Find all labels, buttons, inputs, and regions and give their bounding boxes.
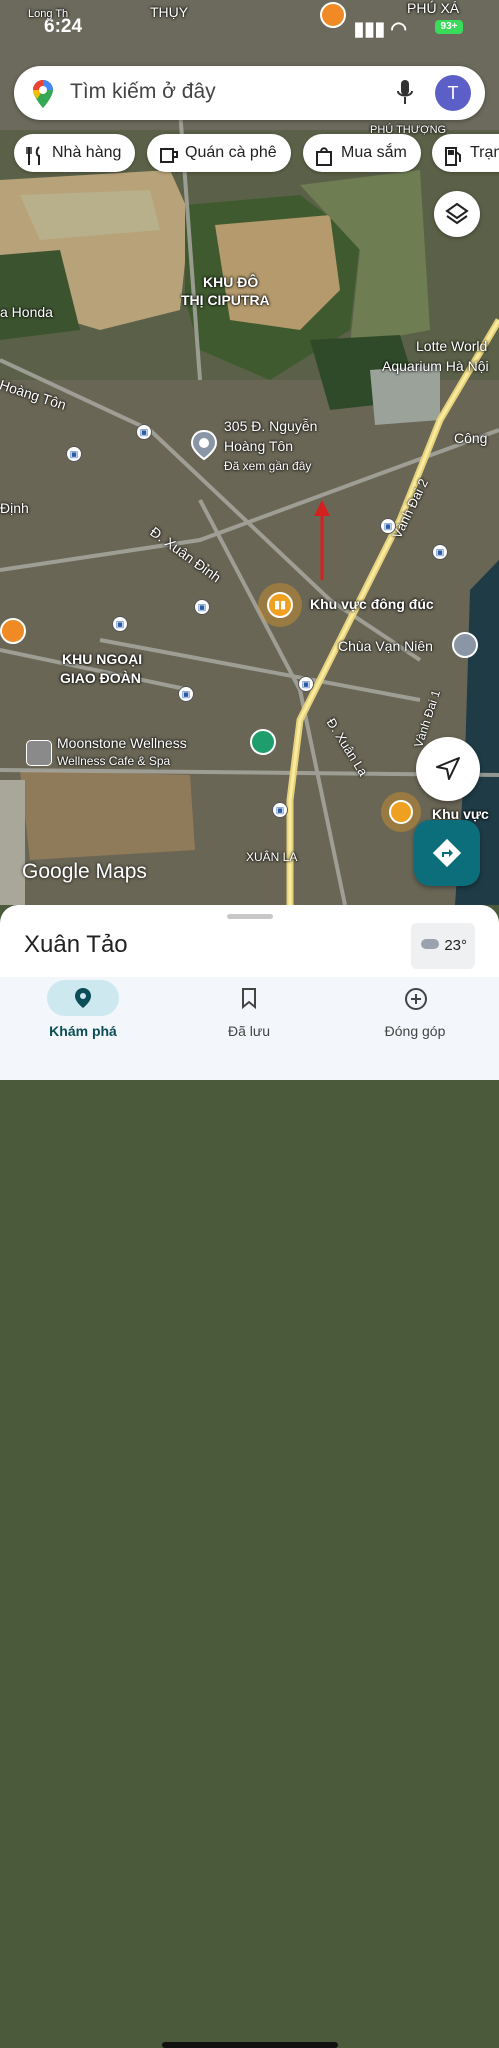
- chip-shopping[interactable]: Mua sắm: [303, 134, 421, 172]
- park-icon[interactable]: [250, 729, 276, 755]
- restaurant-icon[interactable]: [320, 2, 346, 28]
- map-label: THỊ CIPUTRA: [181, 292, 270, 308]
- google-maps-logo: Google Maps: [22, 860, 147, 883]
- bus-stop-icon[interactable]: ▣: [178, 686, 194, 702]
- tab-label: Đã lưu: [227, 1023, 271, 1039]
- sheet-place-name: Xuân Tảo: [24, 931, 128, 958]
- status-bar: 6:24 ▮▮▮ ◠ 93+: [0, 12, 499, 42]
- map-label: a Honda: [0, 304, 53, 320]
- directions-button[interactable]: [414, 820, 480, 886]
- add-circle-icon: [405, 988, 427, 1010]
- fork-knife-icon: [26, 143, 44, 181]
- battery-icon: 93+: [435, 20, 463, 34]
- bottom-sheet[interactable]: Xuân Tảo 23°: [0, 905, 499, 977]
- map-label: Định: [0, 500, 29, 516]
- map-label: Lotte World: [416, 338, 488, 354]
- chip-coffee[interactable]: Quán cà phê: [147, 134, 291, 172]
- signal-wifi-icon: ▮▮▮ ◠: [353, 19, 407, 40]
- tab-label: Khám phá: [49, 1023, 117, 1039]
- map-label: PHÚ XÁ: [407, 0, 460, 16]
- poi-sublabel: Wellness Cafe & Spa: [57, 754, 171, 768]
- chip-label: Trạm: [470, 144, 499, 161]
- bookmark-icon: [242, 988, 256, 1009]
- saved-place-label[interactable]: 305 Đ. Nguyễn: [224, 418, 317, 434]
- bus-stop-icon[interactable]: ▣: [380, 518, 396, 534]
- chip-label: Mua sắm: [341, 144, 407, 161]
- tab-contribute[interactable]: Đóng góp: [332, 977, 498, 1052]
- account-avatar[interactable]: T: [435, 75, 471, 111]
- home-indicator[interactable]: [162, 2042, 338, 2048]
- bus-stop-icon[interactable]: ▣: [194, 599, 210, 615]
- map-label: GIAO ĐOÀN: [60, 670, 141, 686]
- chip-label: Quán cà phê: [185, 144, 277, 161]
- weather-badge[interactable]: 23°: [411, 923, 475, 969]
- crowd-area-icon[interactable]: ▮▮: [258, 583, 302, 627]
- tab-label: Đóng góp: [384, 1023, 446, 1039]
- chip-restaurants[interactable]: Nhà hàng: [14, 134, 136, 172]
- my-location-button[interactable]: [416, 737, 480, 801]
- map-label: KHU NGOẠI: [62, 651, 143, 667]
- layers-button[interactable]: [434, 191, 480, 237]
- search-bar[interactable]: Tìm kiếm ở đây T: [14, 66, 485, 120]
- crowd-area-label[interactable]: Khu vực đông đúc: [310, 596, 434, 612]
- temple-icon[interactable]: [452, 632, 478, 658]
- gas-station-icon: [444, 143, 462, 181]
- saved-place-note: Đã xem gần đây: [224, 459, 312, 473]
- map-label: THỤY: [150, 4, 189, 20]
- chip-label: Nhà hàng: [52, 144, 122, 161]
- poi-label[interactable]: Moonstone Wellness: [57, 735, 187, 751]
- saved-place-pin-icon[interactable]: [190, 429, 218, 461]
- bus-stop-icon[interactable]: ▣: [298, 676, 314, 692]
- map-label: Aquarium Hà Nội: [382, 358, 489, 374]
- search-placeholder[interactable]: Tìm kiếm ở đây: [70, 80, 216, 104]
- cloud-icon: [421, 939, 439, 949]
- bus-stop-icon[interactable]: ▣: [136, 424, 152, 440]
- bus-stop-icon[interactable]: ▣: [432, 544, 448, 560]
- bus-stop-icon[interactable]: ▣: [272, 802, 288, 818]
- restaurant-icon[interactable]: [0, 618, 26, 644]
- coffee-icon: [159, 143, 179, 181]
- microphone-icon[interactable]: [397, 79, 413, 110]
- bus-stop-icon[interactable]: ▣: [112, 616, 128, 632]
- map-label: XUÂN LA: [246, 850, 298, 864]
- sheet-drag-handle[interactable]: [227, 914, 273, 919]
- map-label: Công: [454, 430, 488, 446]
- location-pin-icon: [75, 988, 91, 1008]
- saved-place-label[interactable]: Hoàng Tôn: [224, 438, 293, 454]
- bus-stop-icon[interactable]: ▣: [66, 446, 82, 462]
- crowd-area-icon[interactable]: [381, 792, 421, 832]
- directions-icon: [432, 838, 462, 868]
- map-label: Long Th: [28, 8, 69, 20]
- tab-saved[interactable]: Đã lưu: [166, 977, 332, 1052]
- navigation-arrow-icon: [436, 757, 460, 780]
- layers-icon: [445, 202, 469, 225]
- chip-gas-station[interactable]: Trạm: [432, 134, 499, 172]
- bottom-tab-bar: Khám phá Đã lưu Đóng góp: [0, 977, 499, 2048]
- google-maps-pin-icon: [32, 79, 54, 114]
- shopping-bag-icon: [315, 143, 333, 181]
- map-label: KHU ĐÔ: [203, 274, 259, 290]
- spa-icon[interactable]: [26, 740, 52, 766]
- weather-temperature: 23°: [444, 937, 467, 954]
- poi-label[interactable]: Chùa Vạn Niên: [338, 638, 433, 654]
- tab-explore[interactable]: Khám phá: [0, 977, 166, 1052]
